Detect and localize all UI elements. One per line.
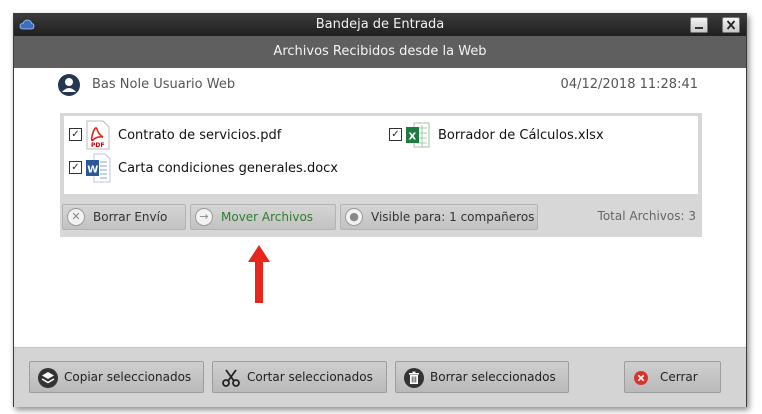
- total-files: Total Archivos: 3: [597, 209, 696, 223]
- file-item[interactable]: ✓ W Carta condiciones generales.docx: [69, 153, 389, 183]
- red-arrow-annotation: [248, 245, 270, 303]
- file-checkbox[interactable]: ✓: [389, 128, 402, 141]
- file-checkbox[interactable]: ✓: [69, 128, 82, 141]
- close-circle-icon: [634, 371, 648, 385]
- visible-for-label: Visible para: 1 compañeros: [371, 210, 535, 224]
- svg-text:PDF: PDF: [91, 142, 104, 149]
- close-window-button[interactable]: [722, 17, 740, 33]
- user-circle-icon: ●: [345, 208, 363, 226]
- delete-send-button[interactable]: ✕ Borrar Envío: [62, 204, 186, 230]
- file-checkbox[interactable]: ✓: [69, 161, 82, 174]
- file-list: ✓ PDF Contrato de servicios.pdf ✓ X Borr…: [64, 116, 698, 194]
- delete-selected-label: Borrar seleccionados: [430, 370, 556, 384]
- cloud-icon: [19, 19, 35, 30]
- pdf-file-icon: PDF: [86, 120, 110, 150]
- title-bar: Bandeja de Entrada: [14, 14, 746, 36]
- file-name: Carta condiciones generales.docx: [118, 161, 339, 176]
- close-icon: [726, 20, 736, 30]
- delete-selected-button[interactable]: Borrar seleccionados: [395, 361, 569, 393]
- cut-selected-button[interactable]: Cortar seleccionados: [212, 361, 387, 393]
- sender-name: Bas Nole Usuario Web: [92, 77, 236, 92]
- file-name: Contrato de servicios.pdf: [118, 128, 282, 143]
- word-file-icon: W: [86, 153, 111, 183]
- file-name: Borrador de Cálculos.xlsx: [438, 128, 604, 143]
- sender-row: Bas Nole Usuario Web 04/12/2018 11:28:41: [58, 74, 698, 96]
- visible-for-button[interactable]: ● Visible para: 1 compañeros: [340, 204, 538, 230]
- minimize-button[interactable]: [690, 17, 708, 33]
- file-item[interactable]: ✓ X Borrador de Cálculos.xlsx: [389, 120, 689, 150]
- inbox-window: Bandeja de Entrada Archivos Recibidos de…: [13, 13, 747, 407]
- close-circle-icon: ✕: [67, 208, 85, 226]
- close-button[interactable]: Cerrar: [624, 361, 721, 393]
- copy-selected-button[interactable]: Copiar seleccionados: [29, 361, 204, 393]
- copy-selected-label: Copiar seleccionados: [64, 370, 192, 384]
- received-files-panel: ✓ PDF Contrato de servicios.pdf ✓ X Borr…: [60, 113, 702, 237]
- delete-send-label: Borrar Envío: [93, 210, 168, 224]
- cut-selected-label: Cortar seleccionados: [247, 370, 373, 384]
- scissors-icon: [222, 369, 240, 387]
- minimize-icon: [695, 27, 703, 29]
- footer-toolbar: Copiar seleccionados Cortar seleccionado…: [14, 347, 746, 407]
- svg-text:W: W: [87, 165, 98, 176]
- move-files-label: Mover Archivos: [221, 210, 314, 224]
- arrow-right-circle-icon: →: [195, 208, 213, 226]
- trash-icon: [404, 368, 424, 388]
- section-header: Archivos Recibidos desde la Web: [14, 36, 746, 68]
- svg-text:X: X: [409, 132, 417, 143]
- sent-datetime: 04/12/2018 11:28:41: [560, 77, 698, 92]
- file-item[interactable]: ✓ PDF Contrato de servicios.pdf: [69, 120, 369, 150]
- layers-icon: [38, 368, 58, 388]
- close-label: Cerrar: [660, 370, 698, 384]
- user-avatar-icon: [58, 74, 80, 96]
- move-files-button[interactable]: → Mover Archivos: [190, 204, 336, 230]
- window-title: Bandeja de Entrada: [315, 17, 445, 32]
- excel-file-icon: X: [406, 122, 430, 148]
